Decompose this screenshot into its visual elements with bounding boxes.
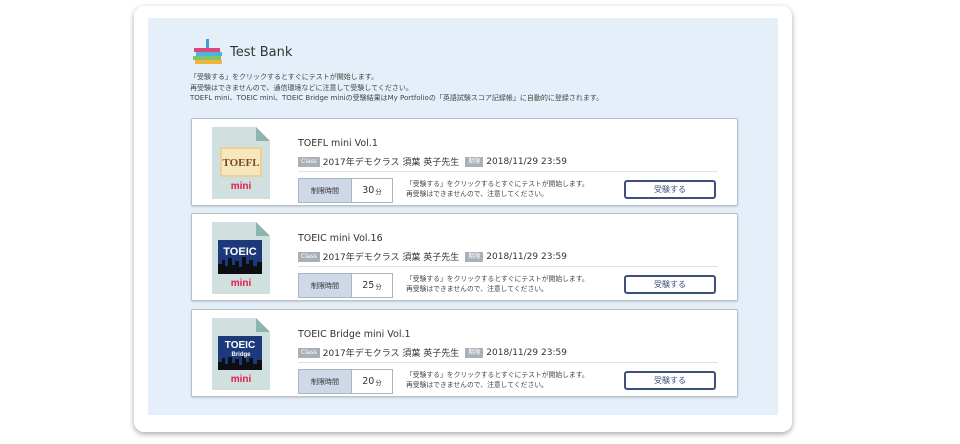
test-note: 「受験する」をクリックするとすぐにテストが開始します。 再受験はできませんので、…: [406, 371, 589, 389]
test-title: TOEIC mini Vol.16: [298, 233, 383, 244]
take-test-button[interactable]: 受験する: [624, 275, 716, 294]
deadline-tag: 期限: [465, 251, 484, 262]
divider: [298, 266, 718, 267]
thumb-logo: TOEFL: [222, 157, 259, 169]
class-tag: Class: [298, 156, 320, 167]
thumb-logo: TOEIC: [223, 246, 256, 258]
thumb-logo: TOEIC: [225, 340, 255, 351]
toefl-mini-thumbnail: TOEFL mini: [212, 127, 270, 199]
time-limit-label: 制限時間: [299, 274, 352, 297]
deadline-value: 2018/11/29 23:59: [486, 347, 567, 358]
divider: [298, 362, 718, 363]
time-limit-value: 25 分: [352, 274, 392, 297]
test-meta: Class 2017年デモクラス 須葉 英子先生 期限 2018/11/29 2…: [298, 250, 567, 263]
deadline-value: 2018/11/29 23:59: [486, 156, 567, 167]
thumb-badge: mini: [231, 181, 252, 192]
test-note: 「受験する」をクリックするとすぐにテストが開始します。 再受験はできませんので、…: [406, 180, 589, 198]
intro-text: 「受験する」をクリックするとすぐにテストが開始します。 再受験はできませんので、…: [190, 72, 603, 104]
test-card: TOEIC mini TOEIC mini Vol.16 Class 2017年…: [191, 213, 738, 301]
time-limit: 制限時間 30 分: [298, 178, 393, 203]
window-frame: Test Bank 「受験する」をクリックするとすぐにテストが開始します。 再受…: [134, 6, 792, 432]
class-tag: Class: [298, 347, 320, 358]
deadline-tag: 期限: [465, 156, 484, 167]
class-name: 2017年デモクラス 須葉 英子先生: [322, 349, 460, 359]
class-name: 2017年デモクラス 須葉 英子先生: [322, 253, 460, 263]
toeic-mini-thumbnail: TOEIC mini: [212, 222, 270, 294]
intro-line: 再受験はできませんので、通信環境などに注意して受験してください。: [190, 83, 413, 92]
books-icon: [193, 39, 222, 64]
time-limit-label: 制限時間: [299, 179, 352, 202]
test-title: TOEFL mini Vol.1: [298, 138, 378, 149]
thumb-badge: mini: [231, 278, 252, 289]
time-limit-label: 制限時間: [299, 370, 352, 393]
deadline-value: 2018/11/29 23:59: [486, 251, 567, 262]
take-test-button[interactable]: 受験する: [624, 371, 716, 390]
thumb-sub: Bridge: [231, 352, 251, 358]
test-title: TOEIC Bridge mini Vol.1: [298, 329, 411, 340]
time-limit: 制限時間 25 分: [298, 273, 393, 298]
divider: [298, 171, 718, 172]
deadline-tag: 期限: [465, 347, 484, 358]
test-meta: Class 2017年デモクラス 須葉 英子先生 期限 2018/11/29 2…: [298, 155, 567, 168]
test-card: TOEFL mini TOEFL mini Vol.1 Class 2017年デ…: [191, 118, 738, 206]
page-header: Test Bank: [190, 38, 292, 66]
class-tag: Class: [298, 251, 320, 262]
test-note: 「受験する」をクリックするとすぐにテストが開始します。 再受験はできませんので、…: [406, 275, 589, 293]
time-limit-value: 20 分: [352, 370, 392, 393]
class-name: 2017年デモクラス 須葉 英子先生: [322, 158, 460, 168]
time-limit: 制限時間 20 分: [298, 369, 393, 394]
test-card: TOEIC Bridge mini TOEIC Bridge mini Vol.…: [191, 309, 738, 397]
thumb-badge: mini: [231, 374, 252, 385]
time-limit-value: 30 分: [352, 179, 392, 202]
test-bank-panel: Test Bank 「受験する」をクリックするとすぐにテストが開始します。 再受…: [148, 18, 778, 415]
intro-line: 「受験する」をクリックするとすぐにテストが開始します。: [190, 73, 379, 81]
take-test-button[interactable]: 受験する: [624, 180, 716, 199]
toeic-bridge-mini-thumbnail: TOEIC Bridge mini: [212, 318, 270, 390]
test-meta: Class 2017年デモクラス 須葉 英子先生 期限 2018/11/29 2…: [298, 346, 567, 359]
intro-line: TOEFL mini、TOEIC mini、TOEIC Bridge miniの…: [190, 94, 604, 102]
page-title: Test Bank: [230, 44, 293, 60]
